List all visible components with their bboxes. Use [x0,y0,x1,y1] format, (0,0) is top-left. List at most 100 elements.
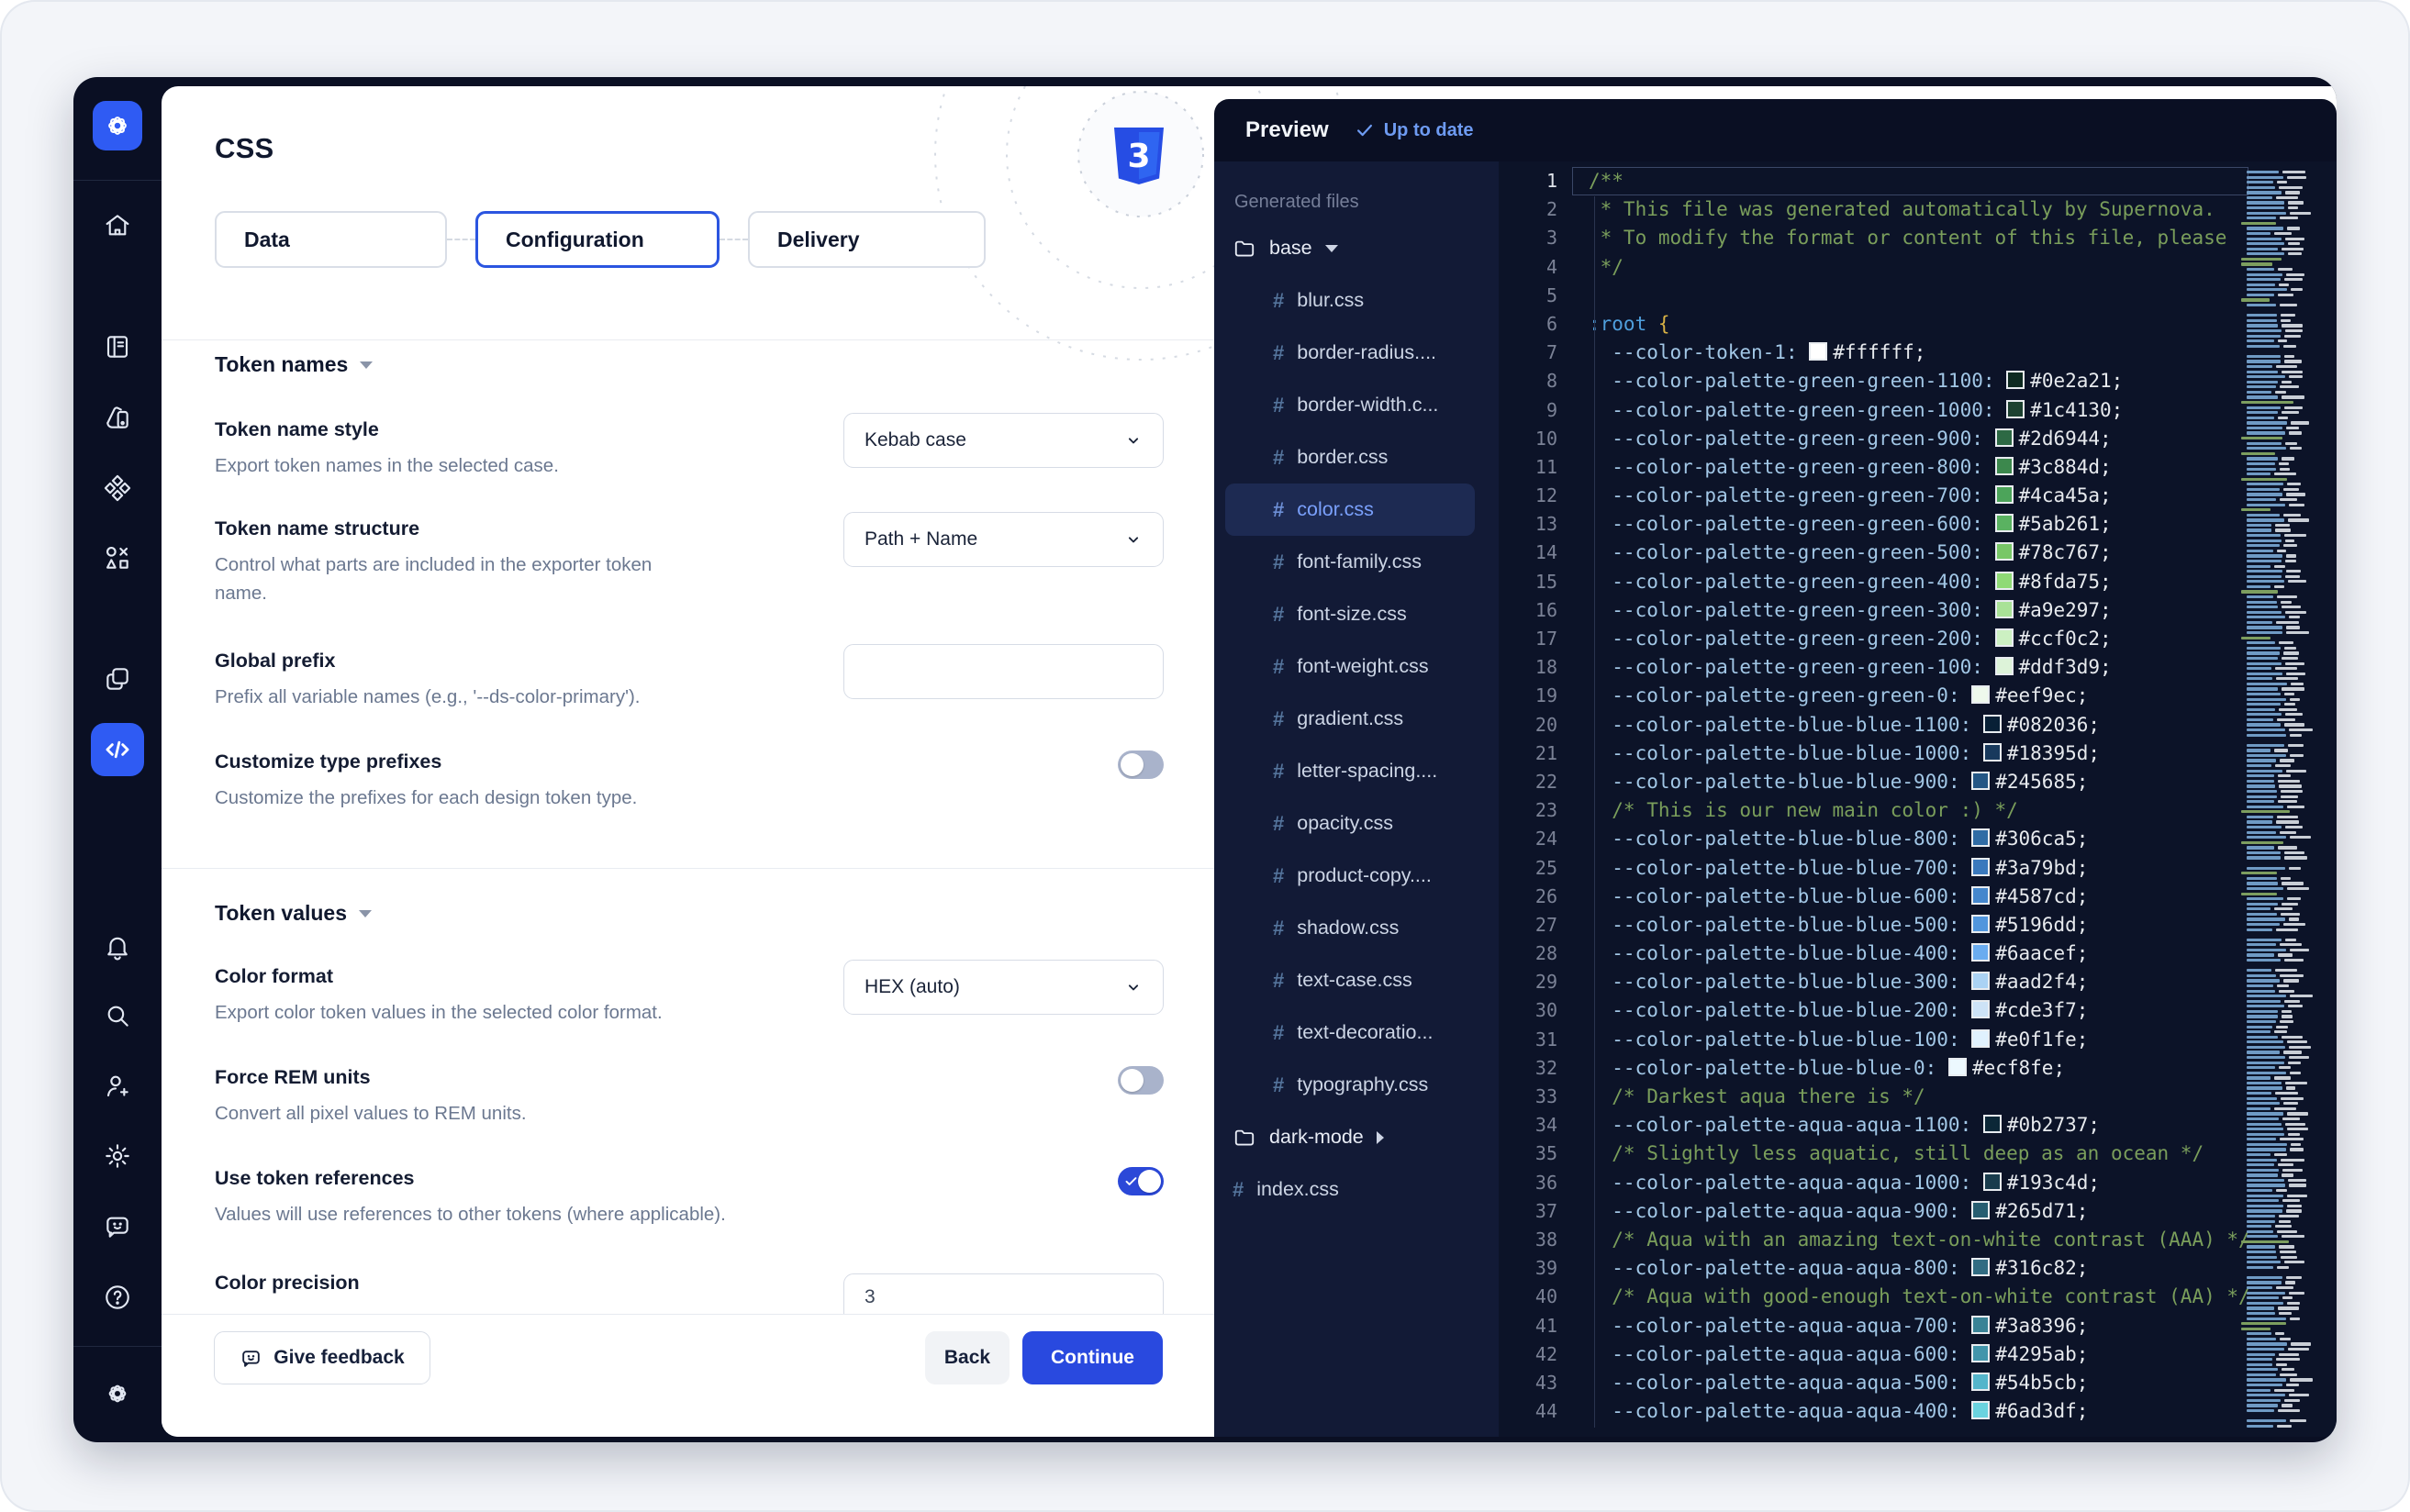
file-label: product-copy.... [1297,864,1432,887]
color-format-select[interactable]: HEX (auto) [843,960,1164,1015]
sidebar-item-code-exporter[interactable] [91,723,144,776]
file-border.css[interactable]: #border.css [1214,431,1499,484]
color-swatch [1995,457,2014,475]
file-font-family.css[interactable]: #font-family.css [1214,536,1499,588]
give-feedback-button[interactable]: Give feedback [214,1331,430,1384]
token-name-structure-select[interactable]: Path + Name [843,512,1164,567]
file-text-decoratio...[interactable]: #text-decoratio... [1214,1006,1499,1059]
field-label: Color format [215,965,333,988]
file-typography.css[interactable]: #typography.css [1214,1059,1499,1111]
color-swatch [1971,685,1990,704]
code-line: 15 --color-palette-green-green-400: #8fd… [1499,568,2248,596]
file-font-weight.css[interactable]: #font-weight.css [1214,640,1499,693]
up-to-date-status[interactable]: Up to date [1355,120,1474,141]
chevron-right-icon [1377,1131,1384,1144]
line-number: 36 [1499,1169,1572,1197]
sidebar-item-brand-assets[interactable] [102,402,133,433]
field-label: Color precision [215,1272,360,1295]
sidebar-item-settings[interactable] [102,1140,133,1172]
color-swatch [1995,485,2014,504]
line-number: 31 [1499,1026,1572,1054]
sidebar-item-tokens[interactable] [102,472,133,504]
sidebar-item-components[interactable] [102,542,133,573]
code-line: 24 --color-palette-blue-blue-800: #306ca… [1499,825,2248,853]
color-swatch [2006,371,2025,389]
file-label: text-decoratio... [1297,1021,1433,1044]
supernova-logo-button[interactable] [93,101,142,150]
file-text-case.css[interactable]: #text-case.css [1214,954,1499,1006]
field-description: Convert all pixel values to REM units. [215,1100,527,1128]
folder-dark-mode[interactable]: dark-mode [1214,1111,1499,1163]
color-swatch [1971,1258,1990,1276]
code-line: 34 --color-palette-aqua-aqua-1100: #0b27… [1499,1111,2248,1140]
sidebar-item-help[interactable] [102,1282,133,1313]
code-line: 21 --color-palette-blue-blue-1000: #1839… [1499,739,2248,768]
sidebar-divider-top [73,180,162,181]
preview-panel: Preview Up to date Generated files base#… [1214,99,2337,1437]
file-product-copy....[interactable]: #product-copy.... [1214,850,1499,902]
color-swatch [1809,342,1827,361]
file-index.css[interactable]: #index.css [1214,1163,1499,1216]
back-button[interactable]: Back [925,1331,1010,1384]
app-sidebar [73,77,162,1442]
hash-icon: # [1273,603,1284,627]
sidebar-item-search[interactable] [102,1000,133,1031]
use-token-references-toggle[interactable] [1118,1167,1164,1195]
tab-configuration[interactable]: Configuration [475,211,720,268]
sidebar-item-notifications[interactable] [102,931,133,962]
global-prefix-input[interactable] [843,644,1164,699]
tab-data[interactable]: Data [215,211,447,268]
hash-icon: # [1273,446,1284,470]
sidebar-item-documentation[interactable] [102,331,133,362]
color-swatch [1971,858,1990,876]
line-number: 40 [1499,1283,1572,1311]
sidebar-item-home[interactable] [102,210,133,241]
file-label: index.css [1256,1178,1339,1201]
line-number: 14 [1499,539,1572,567]
line-number: 2 [1499,195,1572,224]
minimap[interactable] [2239,171,2318,1428]
line-number: 42 [1499,1340,1572,1369]
file-border-radius....[interactable]: #border-radius.... [1214,327,1499,379]
hash-icon: # [1273,550,1284,574]
customize-prefixes-toggle[interactable] [1118,750,1164,779]
hash-icon: # [1273,1073,1284,1097]
color-swatch [1995,542,2014,561]
sidebar-item-invite-user[interactable] [102,1071,133,1102]
force-rem-toggle[interactable] [1118,1066,1164,1095]
file-shadow.css[interactable]: #shadow.css [1214,902,1499,954]
code-line: 26 --color-palette-blue-blue-600: #4587c… [1499,883,2248,911]
color-swatch [1995,514,2014,532]
chevron-down-icon [1325,245,1338,252]
button-label: Back [944,1347,990,1369]
file-gradient.css[interactable]: #gradient.css [1214,693,1499,745]
file-font-size.css[interactable]: #font-size.css [1214,588,1499,640]
line-number: 22 [1499,768,1572,796]
chevron-down-icon [359,910,372,917]
line-number: 33 [1499,1083,1572,1111]
token-name-style-select[interactable]: Kebab case [843,413,1164,468]
file-border-width.c...[interactable]: #border-width.c... [1214,379,1499,431]
sidebar-item-feedback[interactable] [102,1211,133,1242]
code-line: 23 /* This is our new main color :) */ [1499,796,2248,825]
color-swatch [1971,1344,1990,1362]
user-plus-icon [103,1072,132,1101]
bell-icon [103,932,132,962]
sidebar-item-duplicates[interactable] [102,663,133,695]
field-label: Customize type prefixes [215,750,441,773]
file-label: gradient.css [1297,707,1403,730]
tokens-diamonds-icon [103,473,132,503]
code-editor[interactable]: 1/**2 * This file was generated automati… [1499,161,2337,1437]
tab-delivery[interactable]: Delivery [748,211,986,268]
file-letter-spacing....[interactable]: #letter-spacing.... [1214,745,1499,797]
file-color.css[interactable]: #color.css [1225,484,1475,536]
section-token-names[interactable]: Token names [215,352,373,377]
section-token-values[interactable]: Token values [215,901,372,926]
file-blur.css[interactable]: #blur.css [1214,274,1499,327]
input-value: 3 [865,1286,876,1308]
folder-base[interactable]: base [1214,222,1499,274]
sidebar-footer-logo[interactable] [102,1378,133,1409]
file-opacity.css[interactable]: #opacity.css [1214,797,1499,850]
hash-icon: # [1273,341,1284,365]
continue-button[interactable]: Continue [1022,1331,1163,1384]
